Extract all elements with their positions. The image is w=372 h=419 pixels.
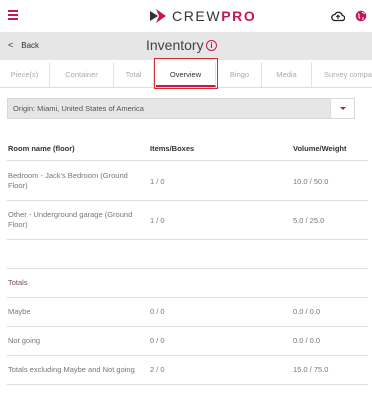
column-header-volume: Volume/Weight bbox=[293, 144, 347, 153]
totals-row-volume: 0.0 / 0.0 bbox=[293, 336, 321, 345]
divider bbox=[7, 355, 368, 356]
table-row-volume: 5.0 / 25.0 bbox=[293, 216, 325, 225]
totals-row-label: Not going bbox=[8, 336, 41, 345]
table-row-volume: 10.0 / 50.0 bbox=[293, 177, 329, 186]
divider bbox=[7, 200, 368, 201]
page-header: < Back Inventory i bbox=[0, 32, 372, 60]
divider bbox=[7, 160, 368, 161]
back-button[interactable]: < Back bbox=[8, 40, 39, 50]
chevron-down-icon[interactable] bbox=[330, 99, 354, 118]
divider bbox=[7, 326, 368, 327]
back-button-label: Back bbox=[21, 40, 40, 50]
totals-row-items: 0 / 0 bbox=[150, 307, 165, 316]
origin-select-value: Origin: Miami, United States of America bbox=[13, 104, 144, 113]
crewpro-logo: CREW PRO bbox=[150, 6, 256, 26]
tab-overview[interactable]: Overview bbox=[156, 62, 216, 87]
table-row-items: 1 / 0 bbox=[150, 177, 165, 186]
column-header-items: Items/Boxes bbox=[150, 144, 195, 153]
tab-bingo[interactable]: Bingo bbox=[218, 62, 262, 87]
totals-row-items: 0 / 0 bbox=[150, 336, 165, 345]
tab-pieces[interactable]: Piece(s) bbox=[0, 62, 50, 87]
info-icon[interactable]: i bbox=[206, 40, 217, 51]
totals-row-volume: 15.0 / 75.0 bbox=[293, 365, 329, 374]
divider bbox=[7, 268, 368, 269]
column-header-room: Room name (floor) bbox=[8, 144, 75, 153]
divider bbox=[7, 297, 368, 298]
table-row-items: 1 / 0 bbox=[150, 216, 165, 225]
divider bbox=[7, 384, 368, 385]
cloud-upload-icon[interactable] bbox=[331, 9, 346, 22]
divider bbox=[7, 239, 368, 240]
menu-icon[interactable] bbox=[8, 10, 18, 20]
tab-container[interactable]: Container bbox=[50, 62, 114, 87]
totals-row-items: 2 / 0 bbox=[150, 365, 165, 374]
logo-text-crew: CREW bbox=[172, 8, 222, 24]
logo-text-pro: PRO bbox=[221, 8, 257, 24]
tab-media[interactable]: Media bbox=[262, 62, 312, 87]
top-bar: CREW PRO bbox=[0, 0, 372, 32]
tab-bar: Piece(s) Container Total Overview Bingo … bbox=[0, 62, 372, 88]
tab-total[interactable]: Total bbox=[114, 62, 154, 87]
totals-row-label: Maybe bbox=[8, 307, 31, 316]
totals-row-label: Totals excluding Maybe and Not going bbox=[8, 365, 135, 374]
page-title: Inventory bbox=[146, 37, 204, 53]
table-row-room: Other - Underground garage (Ground Floor… bbox=[8, 210, 133, 229]
logo-mark-icon bbox=[150, 9, 166, 23]
table-row-room: Bedroom - Jack's Bedroom (Ground Floor) bbox=[8, 171, 128, 190]
chevron-left-icon: < bbox=[8, 40, 14, 50]
totals-section-label: Totals bbox=[8, 278, 28, 287]
tab-survey-comparison[interactable]: Survey compa bbox=[312, 62, 372, 87]
origin-select[interactable]: Origin: Miami, United States of America bbox=[7, 98, 355, 119]
totals-row-volume: 0.0 / 0.0 bbox=[293, 307, 321, 316]
globe-icon[interactable] bbox=[355, 9, 367, 22]
